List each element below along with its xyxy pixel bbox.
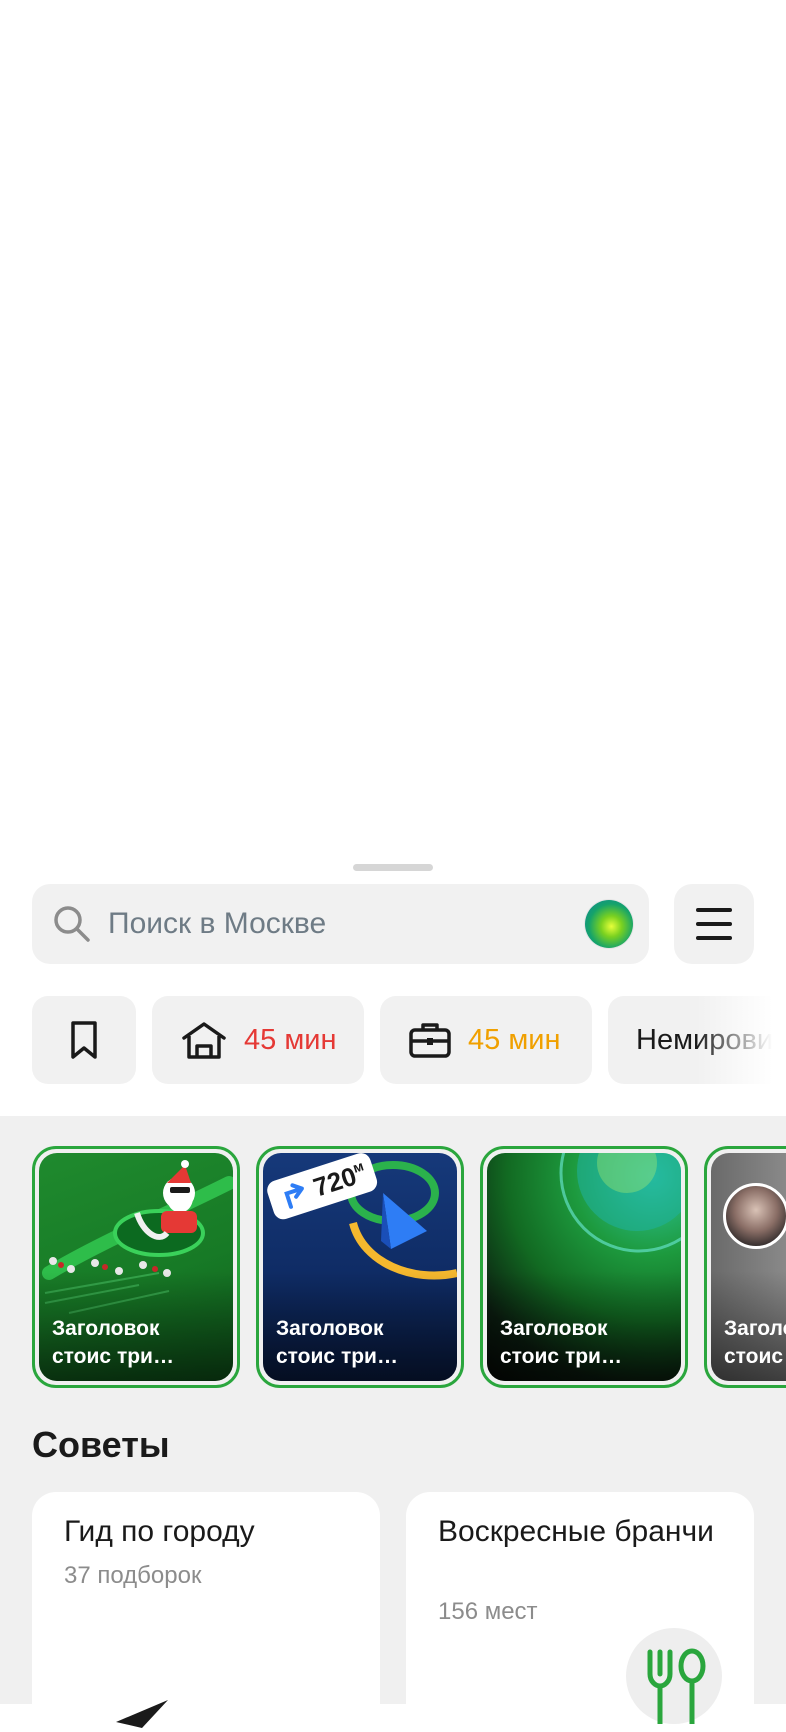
sheet-drag-handle[interactable] <box>353 864 433 871</box>
story-title: Заголовок стоис три… <box>52 1317 174 1368</box>
home-route-chip[interactable]: 45 мин <box>152 996 364 1084</box>
map-area[interactable] <box>0 0 786 840</box>
story-card[interactable]: 720м Заголовок стоис три… <box>256 1146 464 1388</box>
avatar <box>723 1183 786 1249</box>
story-card[interactable]: Заголо стоис <box>704 1146 786 1388</box>
story-title: Заголовок стоис три… <box>500 1317 622 1368</box>
tip-card-subtitle: 156 мест <box>438 1598 538 1625</box>
tip-card-city-guide[interactable]: Гид по городу 37 подборок <box>32 1492 380 1732</box>
tip-card-title: Воскресные бранчи <box>438 1515 714 1548</box>
quick-chips-row: 45 мин 45 мин Немирович <box>0 996 786 1084</box>
story-card[interactable]: Заголовок стоис три… <box>480 1146 688 1388</box>
home-icon <box>182 1022 226 1059</box>
cutlery-badge <box>626 1628 722 1727</box>
chips-fade <box>696 996 786 1084</box>
paper-plane-icon <box>116 1700 168 1728</box>
cutlery-icon <box>647 1648 706 1727</box>
story-title: Заголовок стоис три… <box>276 1317 398 1368</box>
menu-icon <box>696 908 732 912</box>
tip-card-subtitle: 37 подборок <box>64 1562 202 1589</box>
stories-row: Заголовок стоис три… 720м Заголовок стои… <box>0 1146 786 1390</box>
story-title: Заголо стоис <box>724 1317 786 1368</box>
home-eta: 45 мин <box>244 1023 337 1056</box>
tip-card-brunch[interactable]: Воскресные бранчи 156 мест <box>406 1492 754 1732</box>
work-eta: 45 мин <box>468 1023 561 1056</box>
search-icon <box>54 906 90 942</box>
tips-heading: Советы <box>32 1424 170 1465</box>
work-route-chip[interactable]: 45 мин <box>380 996 592 1084</box>
briefcase-icon <box>409 1023 451 1058</box>
story-card[interactable]: Заголовок стоис три… <box>32 1146 240 1388</box>
search-input[interactable]: Поиск в Москве <box>108 884 326 964</box>
search-bar[interactable]: Поиск в Москве <box>32 884 649 964</box>
bookmark-icon <box>71 1021 97 1059</box>
menu-button[interactable] <box>674 884 754 964</box>
tip-card-title: Гид по городу <box>64 1515 255 1548</box>
voice-assistant-icon[interactable] <box>585 900 633 948</box>
bookmarks-button[interactable] <box>32 996 136 1084</box>
